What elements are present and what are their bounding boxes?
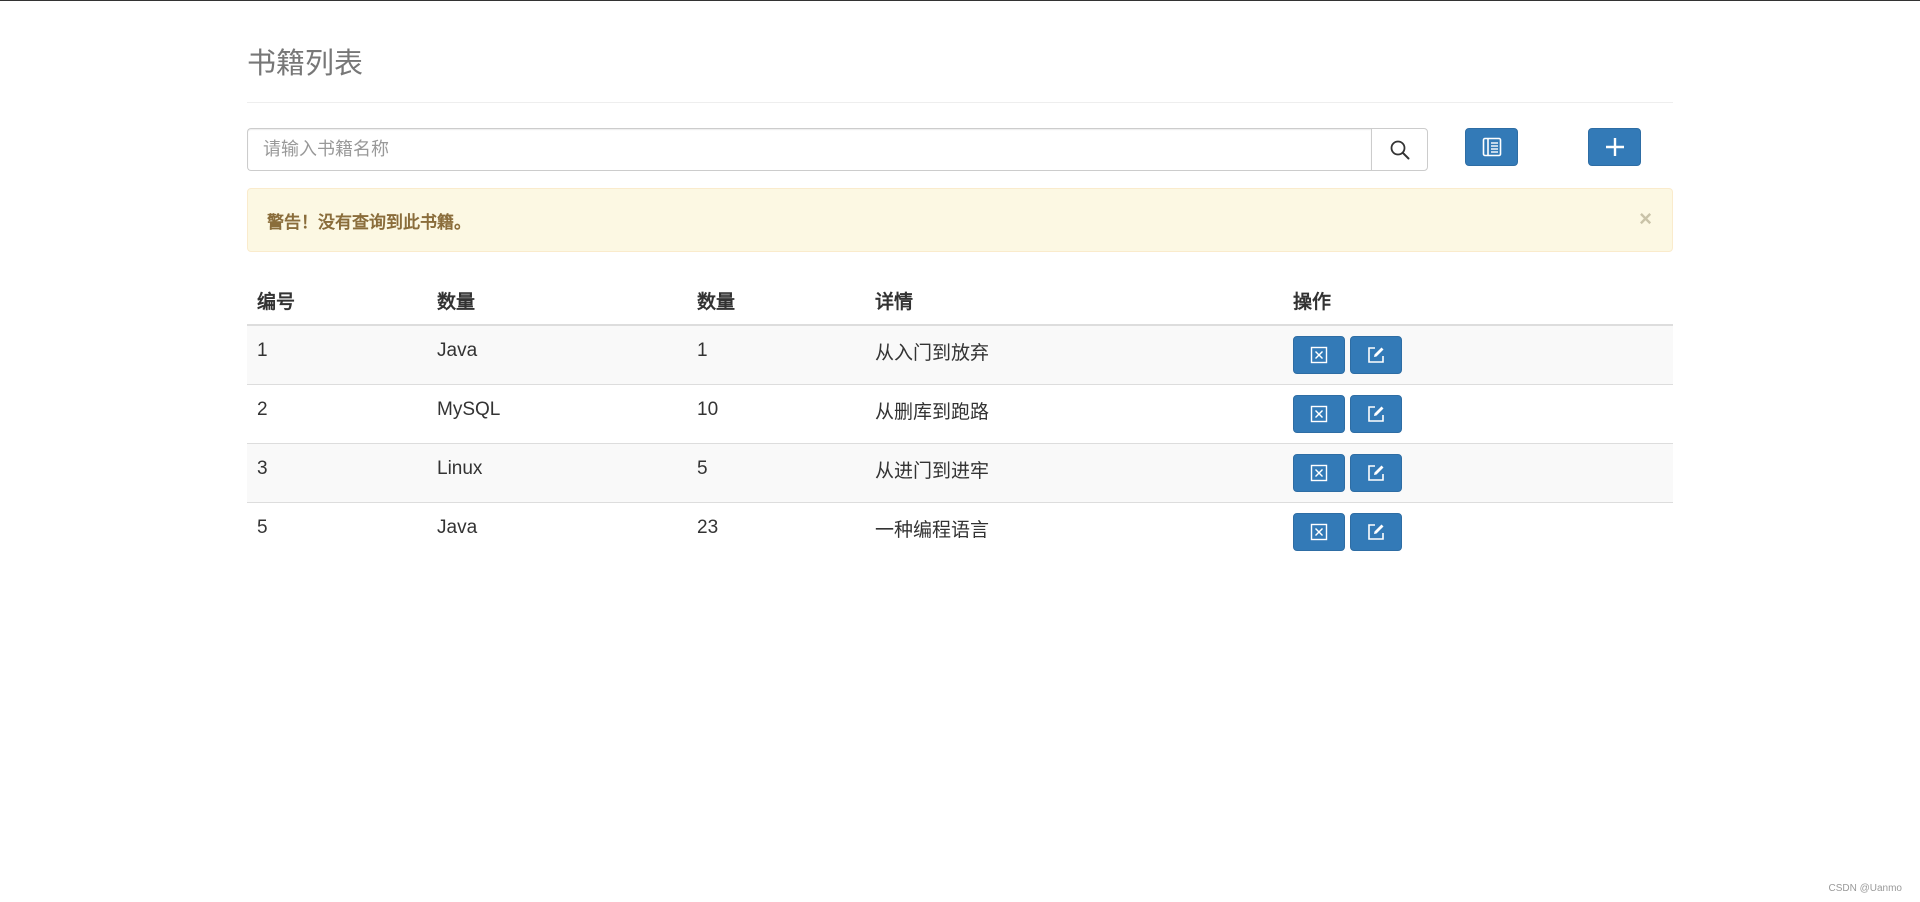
header-name: 数量 (427, 276, 687, 326)
alert-message: 警告！没有查询到此书籍。 (267, 212, 471, 232)
page-title: 书籍列表 (247, 48, 364, 80)
edit-icon (1368, 465, 1384, 481)
edit-icon (1368, 524, 1384, 540)
cell-id: 1 (257, 340, 268, 361)
header-id: 编号 (247, 276, 427, 326)
search-icon (1390, 140, 1409, 159)
list-icon (1482, 137, 1501, 157)
delete-button[interactable] (1293, 454, 1345, 492)
page-header: 书籍列表 (247, 46, 1673, 103)
header-detail: 详情 (865, 276, 1283, 326)
table-header-row: 编号 数量 数量 详情 操作 (247, 276, 1673, 326)
cell-id: 2 (257, 399, 268, 420)
list-all-button[interactable] (1465, 128, 1518, 166)
cell-detail: 一种编程语言 (875, 519, 990, 541)
table-row: 2 MySQL 10 从删库到跑路 (247, 384, 1673, 444)
table-row: 1 Java 1 从入门到放弃 (247, 325, 1673, 385)
search-button[interactable] (1371, 128, 1428, 171)
add-book-button[interactable] (1588, 128, 1641, 166)
delete-icon (1310, 346, 1328, 364)
cell-name: Java (437, 517, 478, 538)
delete-icon (1310, 464, 1328, 482)
main-container: 书籍列表 请输入书籍名称 警告！没有查询到此书籍。 × 编号 数量 数量 详情 … (247, 0, 1673, 561)
cell-name: Linux (437, 458, 483, 479)
cell-id: 3 (257, 458, 268, 479)
cell-detail: 从进门到进牢 (875, 460, 990, 482)
edit-button[interactable] (1350, 513, 1402, 551)
delete-icon (1310, 523, 1328, 541)
search-input[interactable] (247, 128, 1371, 171)
toolbar (247, 128, 1673, 171)
delete-button[interactable] (1293, 513, 1345, 551)
header-count: 数量 (687, 276, 865, 326)
edit-icon (1368, 406, 1384, 422)
header-actions: 操作 (1283, 276, 1673, 326)
plus-icon (1605, 138, 1624, 156)
edit-icon (1368, 347, 1384, 363)
delete-button[interactable] (1293, 395, 1345, 433)
search-group (247, 128, 1428, 171)
edit-button[interactable] (1350, 395, 1402, 433)
delete-icon (1310, 405, 1328, 423)
cell-id: 5 (257, 517, 268, 538)
close-icon[interactable]: × (1639, 208, 1652, 230)
cell-detail: 从删库到跑路 (875, 401, 990, 423)
edit-button[interactable] (1350, 454, 1402, 492)
table-row: 5 Java 23 一种编程语言 (247, 502, 1673, 561)
cell-count: 10 (697, 399, 719, 420)
cell-count: 23 (697, 517, 719, 538)
books-table: 编号 数量 数量 详情 操作 1 Java 1 从入门到放弃 2 MySQL 1… (247, 276, 1673, 561)
edit-button[interactable] (1350, 336, 1402, 374)
warning-alert: 警告！没有查询到此书籍。 × (247, 188, 1673, 252)
cell-name: Java (437, 340, 478, 361)
cell-count: 5 (697, 458, 708, 479)
cell-count: 1 (697, 340, 708, 361)
delete-button[interactable] (1293, 336, 1345, 374)
watermark: CSDN @Uanmo (1828, 883, 1902, 894)
cell-detail: 从入门到放弃 (875, 342, 990, 364)
cell-name: MySQL (437, 399, 501, 420)
table-row: 3 Linux 5 从进门到进牢 (247, 443, 1673, 503)
